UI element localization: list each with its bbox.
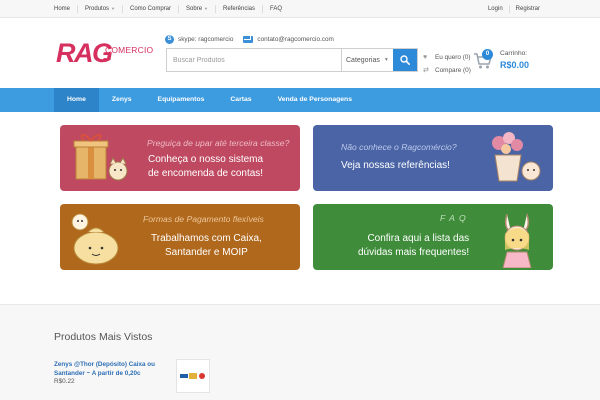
- top-nav: Home Produtos ▼ Como Comprar Sobre ▼ Refer…: [54, 0, 289, 18]
- banner-encomenda-text: Conheça o nosso sistema de encomenda de c…: [148, 154, 264, 179]
- cart-count-badge: 0: [482, 49, 493, 60]
- top-nav-sobre[interactable]: Sobre ▼: [178, 5, 215, 13]
- account-links: Login Registrar: [482, 0, 546, 18]
- banner-referencias-text: Veja nossas referências!: [341, 160, 450, 171]
- main-nav-zenys[interactable]: Zenys: [99, 88, 145, 112]
- logo-main-text: RAG: [56, 38, 113, 68]
- search-bar: Categorias ▼: [166, 48, 418, 72]
- wishlist-label: Eu quero (0): [435, 54, 471, 61]
- banner-pagamento-text: Trabalhamos com Caixa, Santander e MOIP: [151, 233, 262, 258]
- cart-widget[interactable]: 0 Carrinho: R$0.00: [473, 48, 543, 74]
- banner-pagamento-subtitle: Formas de Pagamento flexíveis: [143, 214, 264, 224]
- category-select-label: Categorias: [346, 56, 380, 64]
- category-select[interactable]: Categorias ▼: [341, 49, 393, 71]
- search-button[interactable]: [393, 49, 417, 71]
- top-nav-como-comprar[interactable]: Como Comprar: [122, 5, 178, 13]
- banner-faq-text: Confira aqui a lista das dúvidas mais fre…: [358, 233, 470, 258]
- product-link[interactable]: Zenys @Thor (Depósito) Caixa ou Santande…: [54, 360, 169, 378]
- main-nav-equipamentos[interactable]: Equipamentos: [145, 88, 218, 112]
- site-logo[interactable]: RAG COMERCIO: [56, 38, 156, 72]
- banner-pagamento[interactable]: Formas de Pagamento flexíveis Trabalhamo…: [60, 204, 300, 270]
- skype-text: skype: ragcomercio: [178, 36, 234, 43]
- contact-info: S skype: ragcomercio contato@ragcomercio…: [165, 35, 334, 44]
- logo-sub-text: COMERCIO: [105, 45, 154, 55]
- top-nav-referencias[interactable]: Referências: [215, 5, 262, 13]
- register-link[interactable]: Registrar: [508, 5, 546, 13]
- main-nav-items: Home Zenys Equipamentos Cartas Venda de …: [54, 88, 365, 112]
- main-nav: Home Zenys Equipamentos Cartas Venda de …: [0, 88, 600, 112]
- top-nav-faq[interactable]: FAQ: [262, 5, 289, 13]
- email-text: contato@ragcomercio.com: [257, 36, 334, 43]
- top-bar: Home Produtos ▼ Como Comprar Sobre ▼ Refer…: [0, 0, 600, 18]
- money-bag-illustration: [71, 213, 119, 265]
- wishlist-compare: ♥ Eu quero (0) ⇄ Compare (0): [423, 51, 471, 77]
- compare-link[interactable]: ⇄ Compare (0): [423, 64, 471, 77]
- mail-icon: [243, 36, 254, 43]
- search-input[interactable]: [167, 49, 341, 71]
- banner-faq[interactable]: F A Q Confira aqui a lista das dúvidas ma…: [313, 204, 553, 270]
- product-thumbnail[interactable]: [176, 359, 210, 393]
- most-viewed-section: [0, 305, 600, 400]
- chevron-down-icon: ▼: [383, 57, 389, 63]
- banner-faq-subtitle: F A Q: [440, 213, 467, 223]
- logo-dot: [103, 58, 107, 62]
- cart-total: R$0.00: [500, 60, 530, 70]
- heart-icon: ♥: [423, 54, 428, 61]
- flower-pot-illustration: [492, 132, 541, 182]
- bank-logos-image: [180, 373, 205, 379]
- banner-referencias[interactable]: Não conhece o Ragcomércio? Veja nossas r…: [313, 125, 553, 191]
- cart-label: Carrinho:: [500, 50, 528, 57]
- wishlist-link[interactable]: ♥ Eu quero (0): [423, 51, 471, 64]
- banner-encomenda[interactable]: Preguiça de upar até terceira classe? Co…: [60, 125, 300, 191]
- gift-box-illustration: [73, 133, 128, 181]
- banner-referencias-subtitle: Não conhece o Ragcomércio?: [341, 142, 457, 152]
- most-viewed-title: Produtos Mais Vistos: [54, 331, 153, 343]
- chevron-down-icon: ▼: [204, 6, 208, 11]
- product-price: R$0.22: [54, 378, 75, 385]
- main-nav-cartas[interactable]: Cartas: [217, 88, 264, 112]
- search-icon: [400, 55, 410, 65]
- main-nav-venda-personagens[interactable]: Venda de Personagens: [265, 88, 365, 112]
- compare-label: Compare (0): [435, 67, 471, 74]
- main-nav-home[interactable]: Home: [54, 88, 99, 112]
- banner-encomenda-subtitle: Preguiça de upar até terceira classe?: [147, 138, 290, 148]
- top-nav-produtos[interactable]: Produtos ▼: [77, 5, 122, 13]
- login-link[interactable]: Login: [482, 5, 509, 13]
- compare-icon: ⇄: [423, 67, 429, 74]
- chevron-down-icon: ▼: [111, 6, 115, 11]
- top-nav-home[interactable]: Home: [54, 5, 77, 13]
- skype-icon: S: [165, 35, 174, 44]
- bunny-girl-illustration: [502, 213, 532, 268]
